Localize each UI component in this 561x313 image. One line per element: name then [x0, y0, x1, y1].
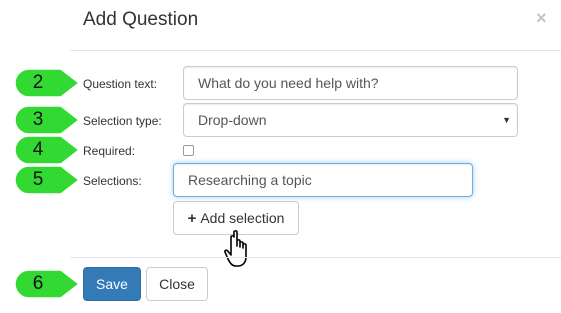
- selection-type-value: Drop-down: [198, 112, 267, 128]
- required-checkbox[interactable]: [183, 145, 194, 156]
- callout-number: 5: [32, 169, 44, 190]
- close-button[interactable]: Close: [146, 267, 208, 301]
- selections-label: Selections:: [83, 174, 142, 188]
- callout-5: 5: [14, 165, 81, 195]
- plus-icon: +: [187, 209, 197, 227]
- selection-type-select[interactable]: Drop-down ▼: [183, 103, 518, 137]
- callout-number: 2: [32, 72, 44, 93]
- callout-4: 4: [14, 135, 81, 165]
- question-text-label: Question text:: [83, 77, 158, 91]
- add-selection-label: Add selection: [200, 210, 285, 226]
- selection-type-label: Selection type:: [83, 114, 162, 128]
- callout-number: 3: [32, 109, 44, 130]
- close-icon[interactable]: ×: [536, 8, 547, 29]
- modal-title: Add Question: [83, 9, 199, 30]
- callout-2: 2: [14, 68, 81, 98]
- callout-3: 3: [14, 105, 81, 135]
- chevron-down-icon: ▼: [502, 115, 511, 125]
- selection-value: Researching a topic: [188, 172, 312, 188]
- hand-pointer-icon: [224, 229, 254, 276]
- question-text-value: What do you need help with?: [198, 75, 379, 91]
- question-text-input[interactable]: What do you need help with?: [183, 66, 518, 100]
- required-label: Required:: [83, 144, 136, 158]
- save-button[interactable]: Save: [83, 267, 141, 301]
- selection-input[interactable]: Researching a topic: [173, 163, 473, 197]
- footer-divider: [70, 257, 561, 258]
- header-divider: [70, 50, 561, 51]
- callout-number: 4: [32, 139, 44, 160]
- callout-number: 6: [32, 273, 44, 294]
- callout-6: 6: [14, 269, 81, 299]
